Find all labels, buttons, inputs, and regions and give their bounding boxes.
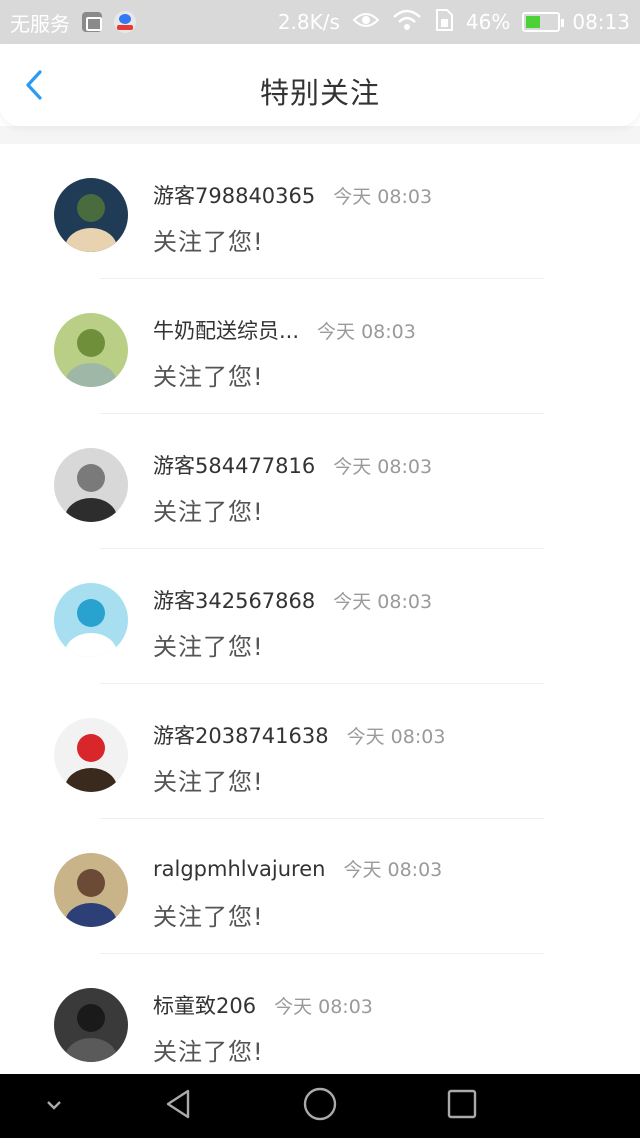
battery-icon [522, 12, 565, 32]
name-line: 游客798840365 今天 08:03 [153, 180, 432, 210]
user-name[interactable]: 标童致206 [153, 990, 256, 1020]
network-speed: 2.8K/s [277, 10, 340, 34]
follow-message: 关注了您! [153, 1038, 264, 1066]
timestamp: 今天 08:03 [343, 859, 443, 881]
sim-icon [434, 8, 454, 37]
nav-home-button[interactable] [300, 1086, 340, 1126]
eye-icon [352, 10, 380, 35]
recents-square-icon [446, 1088, 478, 1124]
user-name[interactable]: 游客342567868 [153, 585, 315, 615]
avatar[interactable] [54, 718, 128, 792]
name-line: 牛奶配送综员... 今天 08:03 [153, 315, 416, 345]
screen: 无服务 2.8K/s 46% 08:13 特别关注 游客798840365 今天… [0, 0, 640, 1138]
name-line: 游客2038741638 今天 08:03 [153, 720, 445, 750]
chevron-down-icon [44, 1097, 64, 1116]
header: 特别关注 [0, 44, 640, 126]
name-line: 标童致206 今天 08:03 [153, 990, 373, 1020]
list-item[interactable]: ralgpmhlvajuren 今天 08:03 关注了您! [0, 819, 640, 954]
follow-message: 关注了您! [153, 768, 264, 796]
avatar[interactable] [54, 313, 128, 387]
list-item[interactable]: 游客584477816 今天 08:03 关注了您! [0, 414, 640, 549]
baidu-icon [114, 11, 136, 33]
timestamp: 今天 08:03 [274, 996, 373, 1018]
page-title: 特别关注 [259, 76, 380, 110]
status-bar: 无服务 2.8K/s 46% 08:13 [0, 0, 640, 44]
name-line: 游客342567868 今天 08:03 [153, 585, 432, 615]
user-name[interactable]: 游客798840365 [153, 180, 315, 210]
list-item[interactable]: 游客342567868 今天 08:03 关注了您! [0, 549, 640, 684]
navigation-bar [0, 1074, 640, 1138]
follow-list: 游客798840365 今天 08:03 关注了您! 牛奶配送综员... 今天 08:0… [0, 144, 640, 1089]
header-gap [0, 126, 640, 144]
avatar[interactable] [54, 448, 128, 522]
nav-recents-button[interactable] [442, 1086, 482, 1126]
name-line: ralgpmhlvajuren 今天 08:03 [153, 855, 442, 882]
battery-fill [526, 16, 541, 28]
follow-message: 关注了您! [153, 363, 264, 391]
user-name[interactable]: ralgpmhlvajuren [153, 857, 325, 881]
list-item[interactable]: 游客798840365 今天 08:03 关注了您! [0, 144, 640, 279]
hide-nav-button[interactable] [34, 1086, 74, 1126]
avatar[interactable] [54, 988, 128, 1062]
user-name[interactable]: 游客2038741638 [153, 720, 329, 750]
user-name[interactable]: 游客584477816 [153, 450, 315, 480]
avatar[interactable] [54, 853, 128, 927]
list-item[interactable]: 游客2038741638 今天 08:03 关注了您! [0, 684, 640, 819]
image-icon [82, 12, 102, 32]
follow-message: 关注了您! [153, 498, 264, 526]
status-left: 无服务 [10, 8, 136, 37]
name-line: 游客584477816 今天 08:03 [153, 450, 432, 480]
list-item[interactable]: 牛奶配送综员... 今天 08:03 关注了您! [0, 279, 640, 414]
user-name[interactable]: 牛奶配送综员... [153, 315, 299, 345]
follow-message: 关注了您! [153, 228, 264, 256]
avatar[interactable] [54, 583, 128, 657]
timestamp: 今天 08:03 [333, 591, 433, 613]
battery-percent: 46% [465, 10, 511, 34]
avatar[interactable] [54, 178, 128, 252]
clock: 08:13 [572, 10, 630, 34]
carrier-label: 无服务 [10, 11, 70, 36]
list-item[interactable]: 标童致206 今天 08:03 关注了您! [0, 954, 640, 1089]
timestamp: 今天 08:03 [346, 726, 446, 748]
timestamp: 今天 08:03 [317, 321, 416, 343]
timestamp: 今天 08:03 [333, 456, 433, 478]
follow-message: 关注了您! [153, 903, 264, 931]
home-circle-icon [302, 1086, 338, 1126]
follow-message: 关注了您! [153, 633, 264, 661]
nav-back-button[interactable] [158, 1086, 198, 1126]
status-right: 2.8K/s 46% 08:13 [278, 8, 630, 37]
wifi-icon [392, 9, 422, 36]
back-triangle-icon [162, 1088, 194, 1124]
timestamp: 今天 08:03 [333, 186, 433, 208]
